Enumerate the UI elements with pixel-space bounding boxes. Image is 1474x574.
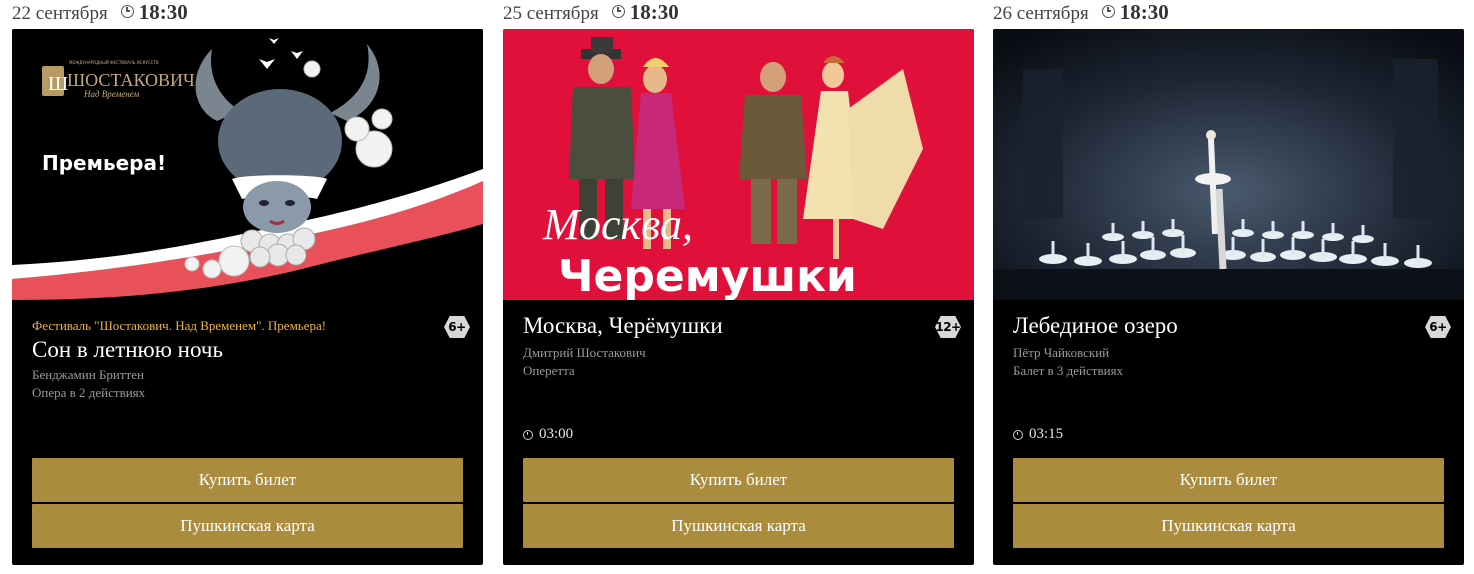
buy-ticket-button[interactable]: Купить билет [1013,458,1444,502]
event-datetime: 25 сентября 18:30 [503,0,679,27]
poster-image: Москва, Черемушки [503,29,974,300]
poster-caption: Премьера! [42,151,166,175]
event-date: 22 сентября [12,3,108,24]
festival-logo: ШОСТАКОВИЧ [67,70,195,90]
event-card: Лебединое озеро Пётр Чайковский Балет в … [993,29,1464,565]
event-genre: Опера в 2 действиях [32,385,146,400]
event-composer: Дмитрий Шостакович [523,345,646,360]
event-genre: Оперетта [523,363,575,378]
age-rating-badge: 12+ [935,316,961,338]
festival-logo-initial: Ш [48,73,68,95]
event-duration: 03:15 [1013,426,1063,443]
event-title[interactable]: Лебединое озеро [1013,313,1178,339]
event-poster[interactable]: Москва, Черемушки [503,29,974,300]
pushkin-card-button[interactable]: Пушкинская карта [32,504,463,548]
event-date: 25 сентября [503,3,599,24]
poster-title-line1: Москва, [542,200,693,249]
event-duration: 03:00 [523,426,573,443]
poster-title-line2: Черемушки [558,251,857,300]
poster-image [993,29,1464,300]
event-duration-value: 03:00 [539,426,574,442]
event-duration-value: 03:15 [1029,426,1064,442]
clock-icon [120,4,134,18]
event-title[interactable]: Сон в летнюю ночь [32,337,223,363]
buy-ticket-button[interactable]: Купить билет [32,458,463,502]
festival-logo-tag: МЕЖДУНАРОДНЫЙ ФЕСТИВАЛЬ ИСКУССТВ [69,60,159,65]
event-datetime: 26 сентября 18:30 [993,0,1169,27]
event-composer: Пётр Чайковский [1013,345,1110,360]
event-date: 26 сентября [993,3,1089,24]
clock-icon [611,4,625,18]
event-card-column: 22 сентября 18:30 Ш ШОСТАКОВИЧ МЕЖДУНАРО… [12,0,483,574]
buy-ticket-button[interactable]: Купить билет [523,458,954,502]
clock-icon [1013,429,1023,440]
event-info: Лебединое озеро Пётр Чайковский Балет в … [1013,300,1451,565]
event-card: Москва, Черемушки Москва, Черёмушки Дмит… [503,29,974,565]
clock-icon [1101,4,1115,18]
event-poster[interactable] [993,29,1464,300]
event-time: 18:30 [1119,0,1169,24]
pushkin-card-button[interactable]: Пушкинская карта [1013,504,1444,548]
event-time: 18:30 [138,0,188,24]
event-time: 18:30 [629,0,679,24]
event-info: Фестиваль "Шостакович. Над Временем". Пр… [32,300,470,565]
event-card-column: 25 сентября 18:30 Москва, Черемушки Моск… [503,0,974,574]
event-composer: Бенджамин Бриттен [32,367,144,382]
age-rating-badge: 6+ [444,316,470,338]
event-poster[interactable]: Ш ШОСТАКОВИЧ МЕЖДУНАРОДНЫЙ ФЕСТИВАЛЬ ИСК… [12,29,483,300]
event-card-column: 26 сентября 18:30 Лебединое озеро Пётр Ч… [993,0,1464,574]
event-card: Ш ШОСТАКОВИЧ МЕЖДУНАРОДНЫЙ ФЕСТИВАЛЬ ИСК… [12,29,483,565]
event-info: Москва, Черёмушки Дмитрий Шостакович Опе… [523,300,961,565]
event-tagline: Фестиваль "Шостакович. Над Временем". Пр… [32,318,327,333]
poster-image: Ш ШОСТАКОВИЧ МЕЖДУНАРОДНЫЙ ФЕСТИВАЛЬ ИСК… [12,29,483,300]
event-genre: Балет в 3 действиях [1013,363,1124,378]
event-datetime: 22 сентября 18:30 [12,0,188,27]
age-rating-badge: 6+ [1425,316,1451,338]
event-title[interactable]: Москва, Черёмушки [523,313,723,339]
clock-icon [523,429,533,440]
pushkin-card-button[interactable]: Пушкинская карта [523,504,954,548]
festival-logo-subtitle: Над Временем [83,89,140,99]
